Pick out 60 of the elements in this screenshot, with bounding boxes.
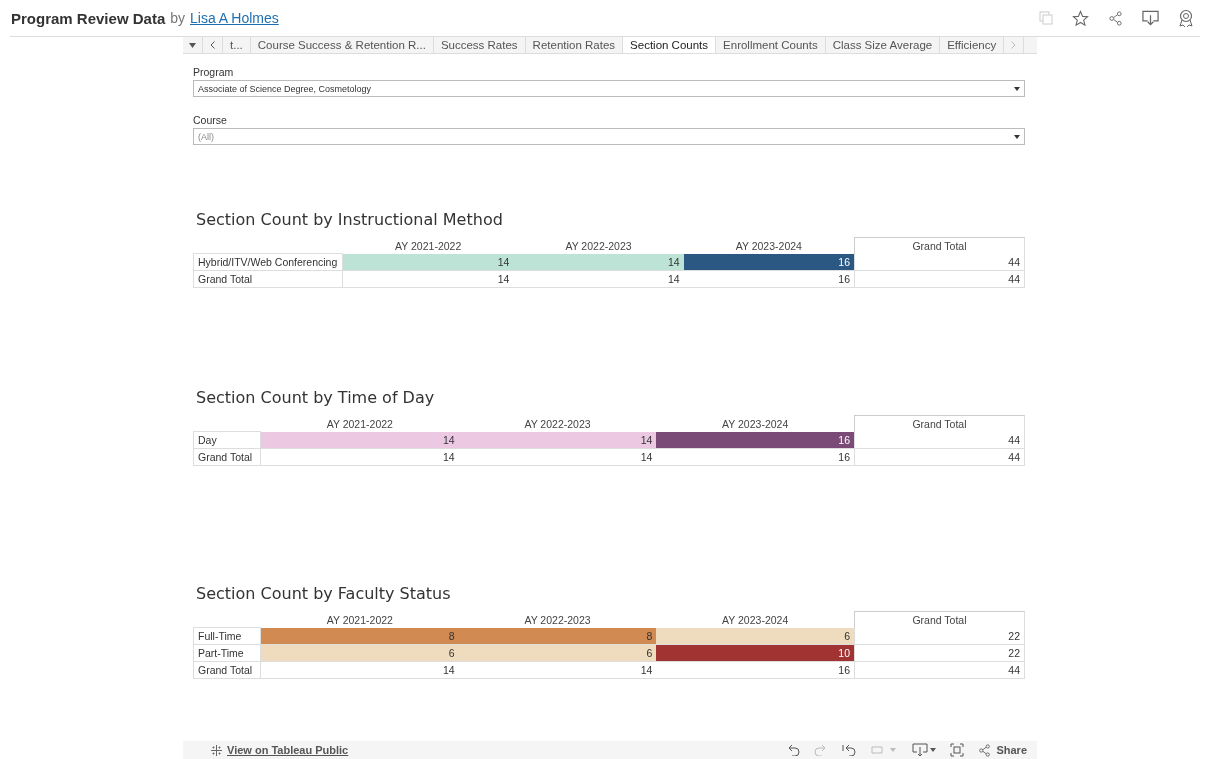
fullscreen-icon[interactable] <box>950 743 965 757</box>
column-header: Grand Total <box>854 237 1024 254</box>
chevron-right-icon <box>1011 41 1017 49</box>
caret-icon <box>1014 134 1020 139</box>
table-cell: 22 <box>854 628 1024 645</box>
table-cell: 44 <box>854 254 1024 271</box>
table-cell: 6 <box>656 628 854 645</box>
download-icon[interactable] <box>1142 10 1159 26</box>
tableau-public-link[interactable]: View on Tableau Public <box>210 743 349 757</box>
table-cell: 6 <box>458 645 657 662</box>
column-header: AY 2021-2022 <box>325 612 394 628</box>
column-header: AY 2023-2024 <box>721 612 790 628</box>
download-icon[interactable] <box>912 743 937 757</box>
column-header: AY 2022-2023 <box>564 238 633 254</box>
byline: by <box>170 10 186 26</box>
workbook-title: Program Review Data <box>11 9 166 27</box>
column-header: AY 2023-2024 <box>734 238 803 254</box>
table-cell: 14 <box>261 432 459 449</box>
filter-dropdown[interactable]: Associate of Science Degree, Cosmetology <box>193 80 1025 97</box>
star-icon[interactable] <box>1072 9 1089 27</box>
row-header: Hybrid/ITV/Web Conferencing <box>193 254 343 271</box>
chart-title: Section Count by Faculty Status <box>196 584 452 603</box>
filter-label: Program <box>193 66 235 78</box>
sheet-tab[interactable]: Section Counts <box>623 37 717 53</box>
column-header: AY 2022-2023 <box>523 416 592 432</box>
badge-icon[interactable] <box>1178 9 1194 27</box>
caret-icon <box>1014 86 1020 91</box>
caret-icon <box>189 42 196 48</box>
share-icon[interactable] <box>1108 10 1123 26</box>
row-header: Grand Total <box>193 271 343 288</box>
table-cell: 44 <box>854 662 1024 679</box>
column-header: AY 2021-2022 <box>394 238 463 254</box>
revert-icon[interactable] <box>842 744 857 756</box>
column-header: AY 2022-2023 <box>523 612 592 628</box>
column-header: Grand Total <box>854 415 1024 432</box>
chevron-left-icon <box>210 41 215 49</box>
table-cell: 14 <box>458 432 657 449</box>
column-header: AY 2023-2024 <box>721 416 790 432</box>
author-link[interactable]: Lisa A Holmes <box>190 10 279 26</box>
table-cell: 8 <box>261 628 459 645</box>
filter-label: Course <box>193 114 228 126</box>
table-cell: 10 <box>656 645 854 662</box>
table-cell: 14 <box>343 254 514 271</box>
chart-title: Section Count by Instructional Method <box>196 210 504 229</box>
column-header: AY 2021-2022 <box>325 416 394 432</box>
table-cell: 44 <box>854 449 1024 466</box>
column-header: Grand Total <box>854 611 1024 628</box>
share-icon <box>978 743 992 757</box>
table-cell: 44 <box>854 432 1024 449</box>
table-cell: 8 <box>458 628 657 645</box>
table-cell: 16 <box>683 254 854 271</box>
table-cell: 6 <box>261 645 459 662</box>
share-button[interactable]: Share <box>978 743 1027 757</box>
table-cell: 14 <box>513 254 684 271</box>
table-cell: 44 <box>854 271 1024 288</box>
undo-icon[interactable] <box>786 744 801 756</box>
chart-title: Section Count by Time of Day <box>196 388 436 407</box>
table-cell: 22 <box>854 645 1024 662</box>
filter-dropdown[interactable]: (All) <box>193 128 1025 145</box>
table-cell: 16 <box>656 432 854 449</box>
